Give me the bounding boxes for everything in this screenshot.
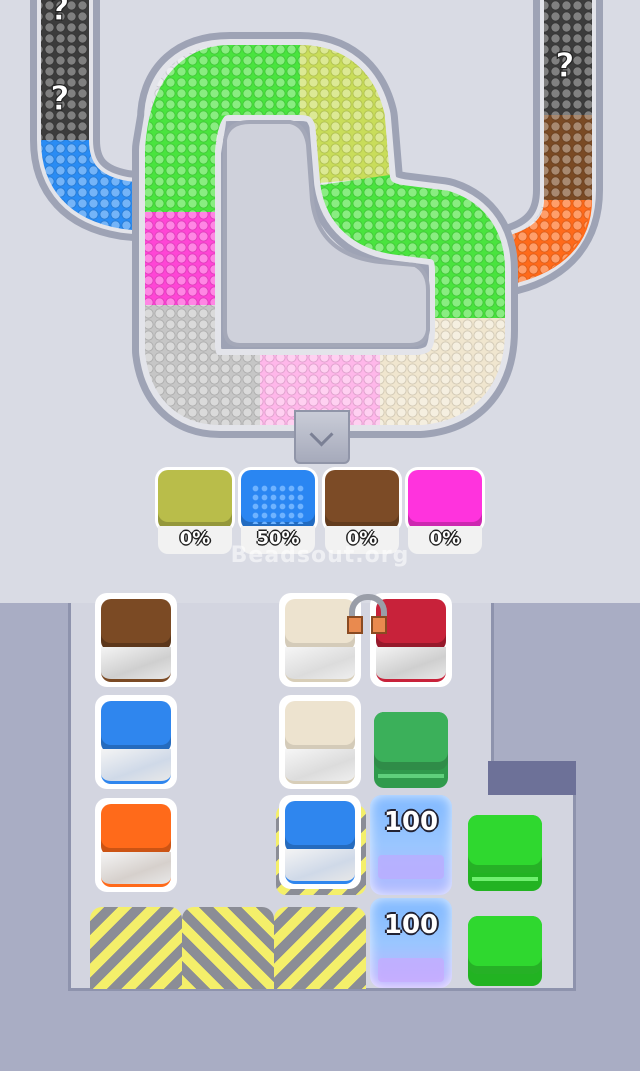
hazard-tile <box>274 907 366 989</box>
collector-cup[interactable]: 0% <box>408 470 482 554</box>
cup-tile-green-locked[interactable] <box>374 712 448 788</box>
unknown-bead-marker: ? <box>50 0 70 29</box>
board-ledge <box>488 761 576 795</box>
cup-tile-orange[interactable] <box>95 798 177 892</box>
collector-bin <box>158 470 232 530</box>
unknown-bead-marker: ? <box>50 79 70 119</box>
locked-ice-block[interactable]: 100 <box>370 795 452 895</box>
collector-bin <box>408 470 482 530</box>
down-arrow-icon <box>309 422 334 447</box>
collector-cup[interactable]: 50% <box>241 470 315 554</box>
unknown-bead-marker: ? <box>555 46 575 86</box>
cup-tile-blue[interactable] <box>279 795 361 889</box>
hazard-tile <box>90 907 182 989</box>
watermark: Beadsout.org <box>230 543 410 568</box>
bead-fill <box>251 484 305 524</box>
collector-cup[interactable]: 0% <box>158 470 232 554</box>
lock-count: 100 <box>383 910 439 940</box>
cup-tile-brown[interactable] <box>95 593 177 687</box>
cup-tile-blue[interactable] <box>95 695 177 789</box>
cup-tile-green[interactable] <box>468 916 542 986</box>
cup-tile-green[interactable] <box>468 815 542 891</box>
locked-ice-block[interactable]: 100 <box>370 898 452 988</box>
collector-bin <box>241 470 315 530</box>
magnet-icon[interactable] <box>345 592 387 636</box>
collector-cup[interactable]: 0% <box>325 470 399 554</box>
bead-dispenser-spout <box>294 410 350 464</box>
bead-track: ? ? ? <box>30 0 603 438</box>
collector-bin <box>325 470 399 530</box>
hazard-tile <box>182 907 274 989</box>
cup-tile-cream[interactable] <box>279 695 361 789</box>
lock-count: 100 <box>383 807 439 837</box>
